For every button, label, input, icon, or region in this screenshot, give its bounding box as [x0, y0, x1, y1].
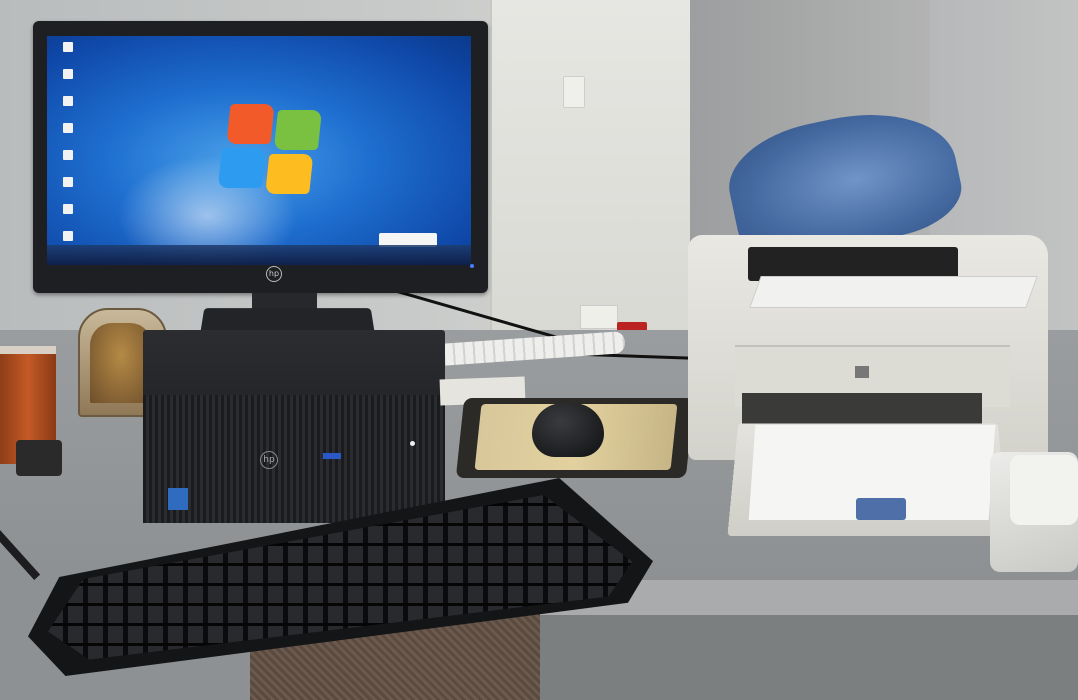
desktop-icon[interactable]: [63, 150, 73, 160]
desktop-icon[interactable]: [63, 69, 73, 79]
monitor-screen: [47, 36, 471, 265]
paper-guide-tab[interactable]: [856, 498, 906, 520]
usb-ports[interactable]: [323, 453, 341, 459]
door: [490, 0, 697, 330]
desk-front-panel: [540, 615, 1078, 700]
telephone-handset[interactable]: [1010, 455, 1078, 525]
desktop-icon[interactable]: [63, 42, 73, 52]
printer-output-paper: [749, 276, 1038, 308]
power-button[interactable]: [410, 441, 415, 446]
desktop-icon[interactable]: [63, 204, 73, 214]
desktop-icon[interactable]: [63, 96, 73, 106]
binder-clip: [16, 440, 62, 476]
light-switch: [563, 76, 585, 108]
desktop-icon[interactable]: [63, 123, 73, 133]
mouse[interactable]: [532, 403, 604, 457]
windows-logo-icon: [217, 104, 324, 194]
mug-rim: [0, 346, 56, 354]
desktop-icon[interactable]: [63, 177, 73, 187]
hp-logo-icon: hp: [260, 451, 278, 469]
hp-logo-icon: hp: [266, 266, 282, 282]
sticker-badge: [168, 488, 188, 510]
desktop-icon[interactable]: [63, 231, 73, 241]
wall-outlet: [580, 305, 618, 329]
monitor-power-led: [470, 264, 474, 268]
tower-front-grille: [143, 395, 445, 523]
hp-logo-icon: [855, 366, 869, 378]
taskbar[interactable]: [47, 245, 471, 265]
